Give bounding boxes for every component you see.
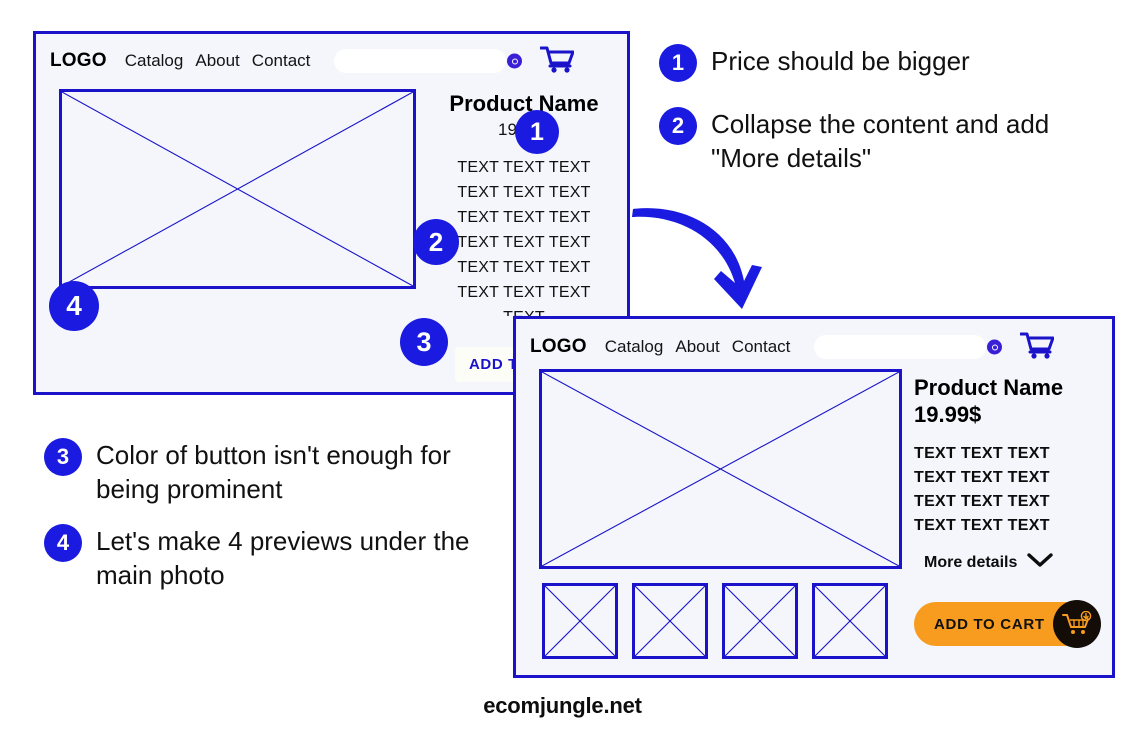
search-icon[interactable] [987,339,1003,355]
main-nav: Catalog About Contact [125,51,311,71]
nav-item-about[interactable]: About [195,51,239,71]
annotation-text-2: Collapse the content and add "More detai… [711,109,1050,174]
product-price: 19.99$ [914,402,982,428]
description-line: TEXT TEXT TEXT [457,284,591,302]
product-title: Product Name [914,375,1064,400]
add-to-cart-icon [1053,600,1101,648]
site-header-before: LOGO Catalog About Contact [36,34,627,88]
annotation-4: 4 Let's make 4 previews under the main p… [44,524,474,593]
main-product-image-placeholder [59,89,416,289]
description-line: TEXT TEXT TEXT [914,445,1050,463]
shopping-cart-icon[interactable] [539,45,575,78]
annotation-3: 3 Color of button isn't enough for being… [44,438,514,507]
main-nav: Catalog About Contact [605,337,791,357]
marker-2: 2 [413,219,459,265]
product-title: Product Name [449,91,599,116]
nav-item-contact[interactable]: Contact [252,51,311,71]
marker-1: 1 [515,110,559,154]
add-to-cart-label: ADD TO CART [934,615,1045,633]
description-line: TEXT TEXT TEXT [914,469,1050,487]
shopping-cart-icon[interactable] [1019,331,1055,364]
thumbnail-preview-4[interactable] [812,583,888,659]
thumbnail-preview-3[interactable] [722,583,798,659]
description-line: TEXT TEXT TEXT [457,159,591,177]
more-details-toggle[interactable]: More details [924,552,1100,573]
marker-4: 4 [49,281,99,331]
canvas: LOGO Catalog About Contact Product Name … [0,0,1125,750]
product-description: TEXT TEXT TEXT TEXT TEXT TEXT TEXT TEXT … [914,442,1100,538]
search-input[interactable] [814,335,987,359]
main-product-image-placeholder [539,369,902,569]
nav-item-contact[interactable]: Contact [732,337,791,357]
annotation-text-4: Let's make 4 previews under the main pho… [96,526,470,591]
wireframe-after: LOGO Catalog About Contact Product Name … [513,316,1115,678]
site-header-after: LOGO Catalog About Contact [516,319,1112,375]
nav-item-catalog[interactable]: Catalog [605,337,664,357]
nav-item-catalog[interactable]: Catalog [125,51,184,71]
thumbnail-preview-2[interactable] [632,583,708,659]
description-line: TEXT TEXT TEXT [457,184,591,202]
annotation-text-3: Color of button isn't enough for being p… [96,440,451,505]
annotation-1: 1 Price should be bigger [659,44,970,82]
logo[interactable]: LOGO [50,50,107,72]
nav-item-about[interactable]: About [675,337,719,357]
annotation-2: 2 Collapse the content and add "More det… [659,107,1089,176]
description-line: TEXT TEXT TEXT [914,517,1050,535]
watermark: ecomjungle.net [483,693,642,718]
description-line: TEXT TEXT TEXT [457,209,591,227]
product-info-after: Product Name 19.99$ TEXT TEXT TEXT TEXT … [914,375,1100,573]
annotation-badge-2: 2 [659,107,697,145]
add-to-cart-button-after[interactable]: ADD TO CART [914,600,1101,648]
description-line: TEXT [429,306,619,316]
description-line: TEXT TEXT TEXT [914,493,1050,511]
thumbnail-preview-1[interactable] [542,583,618,659]
search-input[interactable] [334,49,507,73]
search-icon[interactable] [507,53,523,69]
search-area [814,335,1003,359]
annotation-badge-4: 4 [44,524,82,562]
logo[interactable]: LOGO [530,336,587,358]
marker-3: 3 [400,318,448,366]
annotation-badge-3: 3 [44,438,82,476]
more-details-label: More details [924,553,1018,571]
chevron-down-icon [1027,552,1054,573]
annotation-text-1: Price should be bigger [711,46,970,76]
search-area [334,49,523,73]
thumbnail-previews [542,583,888,659]
description-line: TEXT TEXT TEXT [457,259,591,277]
flow-arrow-icon [622,197,772,317]
annotation-badge-1: 1 [659,44,697,82]
